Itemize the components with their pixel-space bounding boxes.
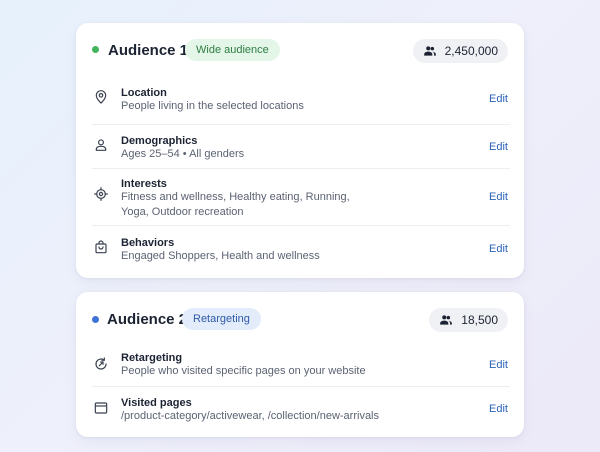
targeting-row-retargeting: Retargeting People who visited specific … xyxy=(92,344,510,386)
retarget-refresh-icon xyxy=(93,356,109,372)
row-title: Retargeting xyxy=(121,352,183,364)
people-icon xyxy=(423,44,437,58)
row-description: Ages 25–54 • All genders xyxy=(121,148,245,160)
audience-size: 18,500 xyxy=(461,313,498,327)
row-description: Fitness and wellness, Healthy eating, Ru… xyxy=(121,191,350,218)
audience-size-badge: 2,450,000 xyxy=(412,39,508,63)
location-pin-icon xyxy=(93,89,109,105)
row-title: Location xyxy=(121,87,167,99)
edit-visited-pages-link[interactable]: Edit xyxy=(489,402,508,416)
edit-interests-link[interactable]: Edit xyxy=(489,190,508,204)
people-icon xyxy=(439,313,453,327)
targeting-row-location: Location People living in the selected l… xyxy=(92,79,510,125)
row-description: Engaged Shoppers, Health and wellness xyxy=(121,250,320,262)
audience-header: Audience 1 Wide audience 2,450,000 xyxy=(76,23,524,79)
row-description: /product-category/activewear, /collectio… xyxy=(121,410,380,422)
audience-card-1: Audience 1 Wide audience 2,450,000 Locat… xyxy=(76,23,524,278)
audience-title: Audience 1 xyxy=(108,42,189,59)
row-title: Behaviors xyxy=(121,237,175,249)
audience-card-2: Audience 2 Retargeting 18,500 Retargetin… xyxy=(76,292,524,437)
audience-header: Audience 2 Retargeting 18,500 xyxy=(76,292,524,348)
edit-retargeting-link[interactable]: Edit xyxy=(489,358,508,372)
row-description: People who visited specific pages on you… xyxy=(121,365,366,377)
browser-window-icon xyxy=(93,400,109,416)
edit-behaviors-link[interactable]: Edit xyxy=(489,242,508,256)
row-title: Demographics xyxy=(121,135,198,147)
targeting-row-demographics: Demographics Ages 25–54 • All genders Ed… xyxy=(92,124,510,169)
shopping-bag-icon xyxy=(93,239,109,255)
status-dot xyxy=(92,316,99,323)
audience-title: Audience 2 xyxy=(107,311,188,328)
person-icon xyxy=(93,137,109,153)
status-dot xyxy=(92,46,99,53)
targeting-row-behaviors: Behaviors Engaged Shoppers, Health and w… xyxy=(92,225,510,269)
audience-tag: Wide audience xyxy=(185,39,280,61)
row-title: Visited pages xyxy=(121,397,192,409)
audience-size-badge: 18,500 xyxy=(429,308,508,332)
row-title: Interests xyxy=(121,178,167,190)
row-description: People living in the selected locations xyxy=(121,100,304,112)
audience-tag: Retargeting xyxy=(182,308,261,330)
target-icon xyxy=(93,186,109,202)
edit-demographics-link[interactable]: Edit xyxy=(489,140,508,154)
edit-location-link[interactable]: Edit xyxy=(489,92,508,106)
targeting-row-visited-pages: Visited pages /product-category/activewe… xyxy=(92,386,510,431)
targeting-row-interests: Interests Fitness and wellness, Healthy … xyxy=(92,168,510,226)
audience-size: 2,450,000 xyxy=(444,44,498,58)
